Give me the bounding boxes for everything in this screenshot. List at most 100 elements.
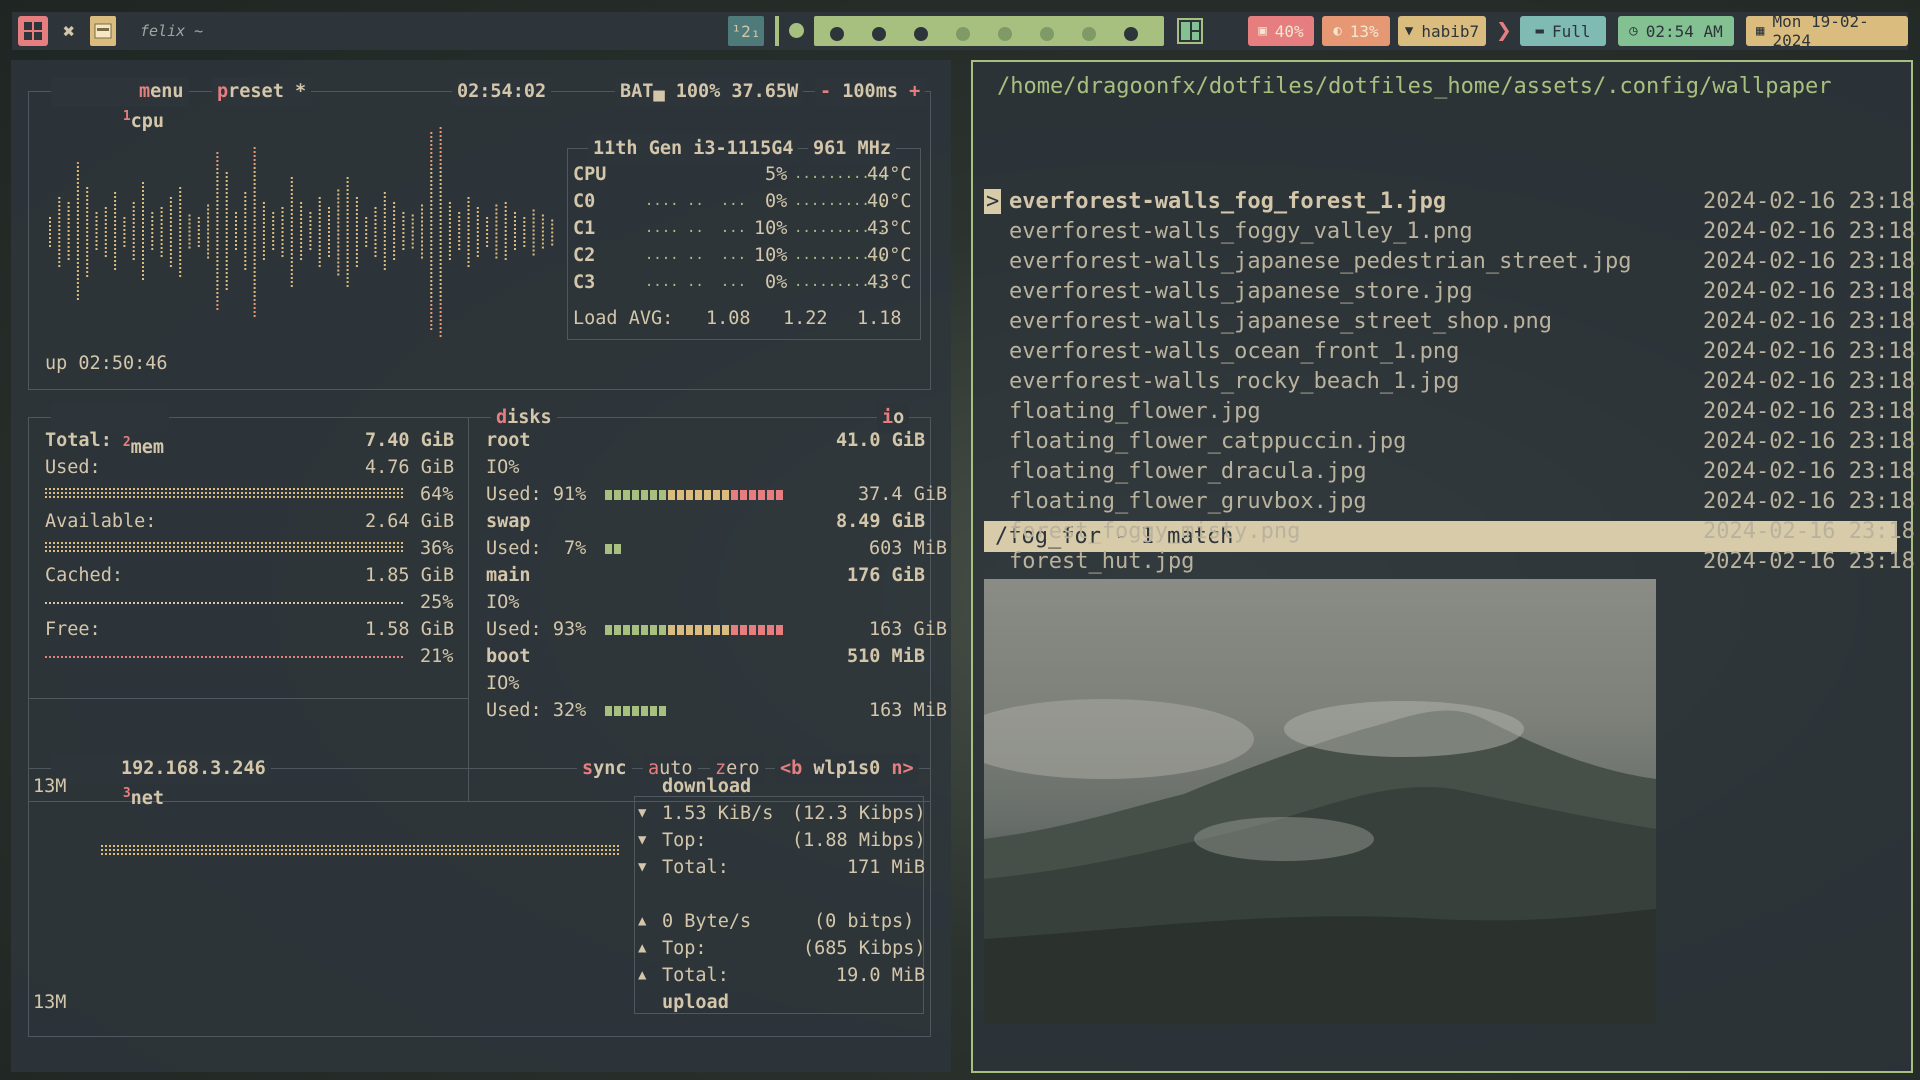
file-date: 2024-02-16 23:18 xyxy=(1703,489,1915,514)
cpu-graph-dot xyxy=(411,246,414,249)
tiling-layout-icon xyxy=(1177,18,1203,44)
cpu-core-name: C0 xyxy=(573,191,596,212)
cpu-graph-dot xyxy=(253,171,256,173)
wifi-widget[interactable]: ▼ habib7 xyxy=(1398,16,1486,46)
update-rate-control[interactable]: - 100ms + xyxy=(815,77,926,107)
cpu-graph-dot xyxy=(58,233,61,235)
workspace-dot-2[interactable] xyxy=(830,27,844,41)
battery-widget[interactable]: ▬ Full xyxy=(1520,16,1606,46)
file-name[interactable]: everforest-walls_foggy_valley_1.png xyxy=(1009,219,1473,244)
file-name[interactable]: everforest-walls_ocean_front_1.png xyxy=(1009,339,1459,364)
cpu-graph-dot xyxy=(514,216,516,218)
net-next-iface[interactable]: n> xyxy=(891,758,913,779)
file-name[interactable]: floating_flower_gruvbox.jpg xyxy=(1009,489,1367,514)
cpu-graph-dot xyxy=(272,240,275,242)
workspace-dot-1[interactable] xyxy=(789,23,804,38)
file-name[interactable]: floating_flower.jpg xyxy=(1009,399,1261,424)
cpu-graph-dot xyxy=(272,228,275,230)
clock-widget[interactable]: ◷ 02:54 AM xyxy=(1618,16,1734,46)
cpu-graph-dot xyxy=(495,236,498,239)
net-iface-name: wlp1s0 xyxy=(813,758,881,779)
close-window-button[interactable]: ✖ xyxy=(56,16,82,46)
cpu-graph-dot xyxy=(197,217,200,219)
disk-usage-block xyxy=(749,490,756,500)
cpu-graph-dot xyxy=(104,207,107,209)
btop-window[interactable]: 1cpu menu preset * 02:54:02 BAT▄ 100% 37… xyxy=(11,60,951,1072)
cpu-graph-dot xyxy=(318,241,321,243)
workspace-dot-4[interactable] xyxy=(914,27,928,41)
cpu-graph-dot xyxy=(346,201,349,203)
workspace-dot-9[interactable] xyxy=(1124,27,1138,41)
tiling-layout-button[interactable] xyxy=(1176,16,1204,46)
workspace-dot-7[interactable] xyxy=(1040,27,1054,41)
battery-icon: ▬ xyxy=(1535,23,1544,39)
mem-avail-meter xyxy=(45,542,405,554)
cpu-graph-dot xyxy=(253,291,256,293)
cpu-graph-dot xyxy=(411,222,414,225)
file-name[interactable]: everforest-walls_japanese_pedestrian_str… xyxy=(1009,249,1632,274)
file-name[interactable]: everforest-walls_fog_forest_1.jpg xyxy=(1009,189,1446,214)
cpu-graph-dot xyxy=(430,264,433,266)
cpu-graph-dot xyxy=(67,214,70,216)
cpu-graph-dot xyxy=(355,265,358,267)
cpu-graph-dot xyxy=(197,245,200,247)
file-name[interactable]: everforest-walls_japanese_store.jpg xyxy=(1009,279,1473,304)
net-sync-button[interactable]: sync xyxy=(577,754,632,784)
cpu-graph-dot xyxy=(114,228,117,230)
cpu-graph-dot xyxy=(216,296,219,298)
volume-widget[interactable]: ▣ 40% xyxy=(1248,16,1314,46)
file-name[interactable]: floating_flower_catppuccin.jpg xyxy=(1009,429,1406,454)
cpu-graph-dot xyxy=(532,253,535,256)
cpu-graph-dot xyxy=(300,214,303,216)
cpu-graph-dot xyxy=(114,220,117,222)
disk-io-label: IO% xyxy=(486,592,520,613)
menu-button[interactable]: menu xyxy=(134,77,189,107)
dl-arrow-1: ▼ xyxy=(638,805,647,821)
workspace-switcher[interactable] xyxy=(814,16,1164,46)
cpu-graph-dot xyxy=(114,256,117,258)
cpu-graph-dot xyxy=(439,215,442,217)
cpu-graph-dot xyxy=(532,209,535,212)
cpu-graph-dot xyxy=(58,249,61,251)
cpu-graph-dot xyxy=(86,243,89,245)
cpu-graph-dot xyxy=(253,251,256,253)
workspace-dot-3[interactable] xyxy=(872,27,886,41)
cpu-graph-dot xyxy=(114,204,117,206)
date-widget[interactable]: ▦ Mon 19-02-2024 xyxy=(1746,12,1908,50)
cpu-graph-dot xyxy=(262,254,265,256)
lf-file-manager[interactable]: /home/dragoonfx/dotfiles/dotfiles_home/a… xyxy=(971,60,1915,1073)
app-launcher-button[interactable] xyxy=(18,16,48,46)
net-iface-selector[interactable]: <b wlp1s0 n> xyxy=(775,754,919,784)
cpu-graph-dot xyxy=(216,188,219,190)
cpu-graph-dot xyxy=(430,284,433,286)
cpu-graph-dot xyxy=(355,241,358,243)
cpu-graph-dot xyxy=(225,240,228,242)
cpu-graph-dot xyxy=(393,258,396,260)
cpu-graph-dot xyxy=(160,255,163,257)
cpu-graph-dot xyxy=(430,164,433,166)
file-name[interactable]: everforest-walls_rocky_beach_1.jpg xyxy=(1009,369,1459,394)
cpu-graph-dot xyxy=(514,248,516,250)
preset-button[interactable]: preset * xyxy=(212,77,312,107)
cpu-graph-dot xyxy=(216,260,219,262)
cpu-graph-dot xyxy=(430,136,433,138)
file-name[interactable]: forest_hut.jpg xyxy=(1009,549,1194,574)
file-date: 2024-02-16 23:18 xyxy=(1703,399,1915,424)
workspace-dot-5[interactable] xyxy=(956,27,970,41)
disk-usage-block xyxy=(722,490,729,500)
cpu-graph-dot xyxy=(95,240,98,242)
layout-indicator[interactable]: ¹2₁ xyxy=(728,16,764,46)
cpu-graph-dot xyxy=(448,246,451,248)
cpu-graph-dot xyxy=(281,255,284,257)
workspace-dot-6[interactable] xyxy=(998,27,1012,41)
cpu-graph-dot xyxy=(114,268,117,270)
file-name[interactable]: forest_foggy_misty.png xyxy=(1009,519,1300,544)
net-prev-iface[interactable]: <b xyxy=(780,758,802,779)
file-name[interactable]: floating_flower_dracula.jpg xyxy=(1009,459,1367,484)
workspace-dot-8[interactable] xyxy=(1082,27,1096,41)
cpu-graph-dot xyxy=(430,176,433,178)
cpu-graph-dot xyxy=(383,192,386,194)
brightness-widget[interactable]: ◐ 13% xyxy=(1322,16,1390,46)
file-name[interactable]: everforest-walls_japanese_street_shop.pn… xyxy=(1009,309,1552,334)
cpu-graph-dot xyxy=(86,239,89,241)
